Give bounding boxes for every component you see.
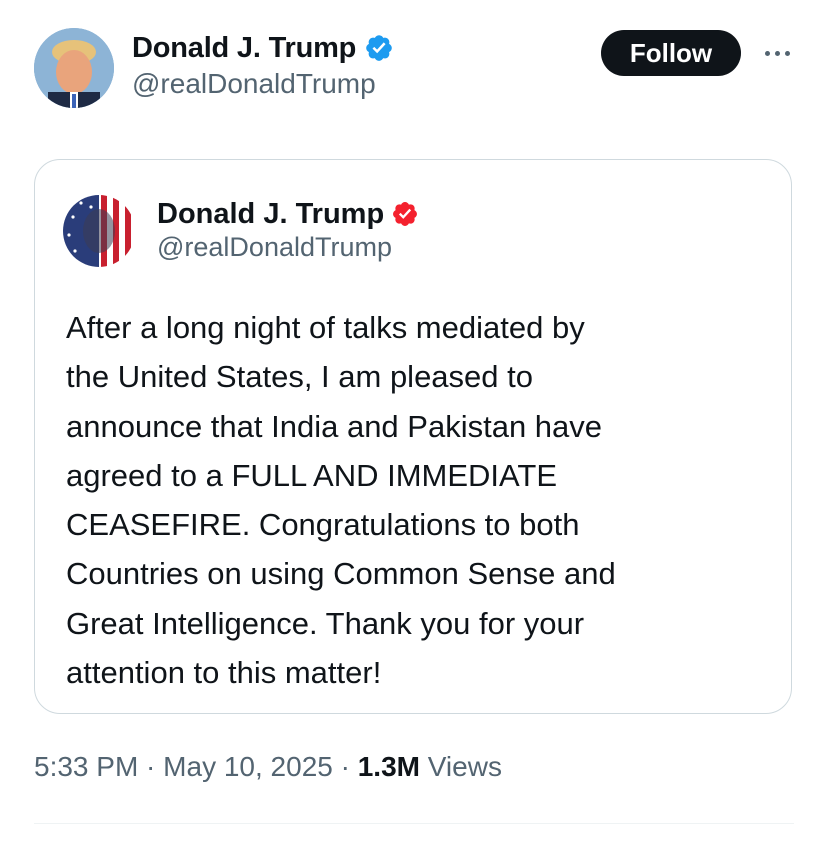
post-meta: 5:33 PM · May 10, 2025 · 1.3M Views [34,751,502,783]
author-handle[interactable]: @realDonaldTrump [132,68,394,100]
views-label: Views [427,751,502,782]
quoted-author-handle[interactable]: @realDonaldTrump [157,232,419,263]
portrait-icon [34,28,114,108]
post-detail: Donald J. Trump @realDonaldTrump Follow [0,0,828,847]
divider [34,823,794,824]
quoted-post-text: After a long night of talks mediated by … [66,310,616,691]
flag-portrait-icon [63,195,135,267]
meta-separator: · [138,751,164,782]
more-options-button[interactable] [759,38,795,68]
post-date[interactable]: May 10, 2025 [163,751,333,782]
quoted-author-display-name[interactable]: Donald J. Trump [157,198,384,231]
quoted-author-info: Donald J. Trump @realDonaldTrump [157,196,419,263]
quoted-post-card[interactable]: Donald J. Trump @realDonaldTrump After a… [34,159,792,714]
more-horizontal-icon [762,50,792,56]
verified-badge-icon [366,35,392,61]
author-info: Donald J. Trump @realDonaldTrump [132,30,394,100]
meta-separator: · [332,751,358,782]
quoted-author-name-row: Donald J. Trump [157,196,419,232]
post-time[interactable]: 5:33 PM [34,751,138,782]
author-display-name[interactable]: Donald J. Trump [132,32,356,65]
follow-button[interactable]: Follow [601,30,741,76]
verified-badge-icon [393,202,418,226]
author-avatar[interactable] [34,28,114,108]
views-count: 1.3M [357,751,420,782]
quoted-author-avatar[interactable] [63,195,135,267]
post-header: Donald J. Trump @realDonaldTrump Follow [34,28,794,110]
author-name-row: Donald J. Trump [132,30,394,66]
